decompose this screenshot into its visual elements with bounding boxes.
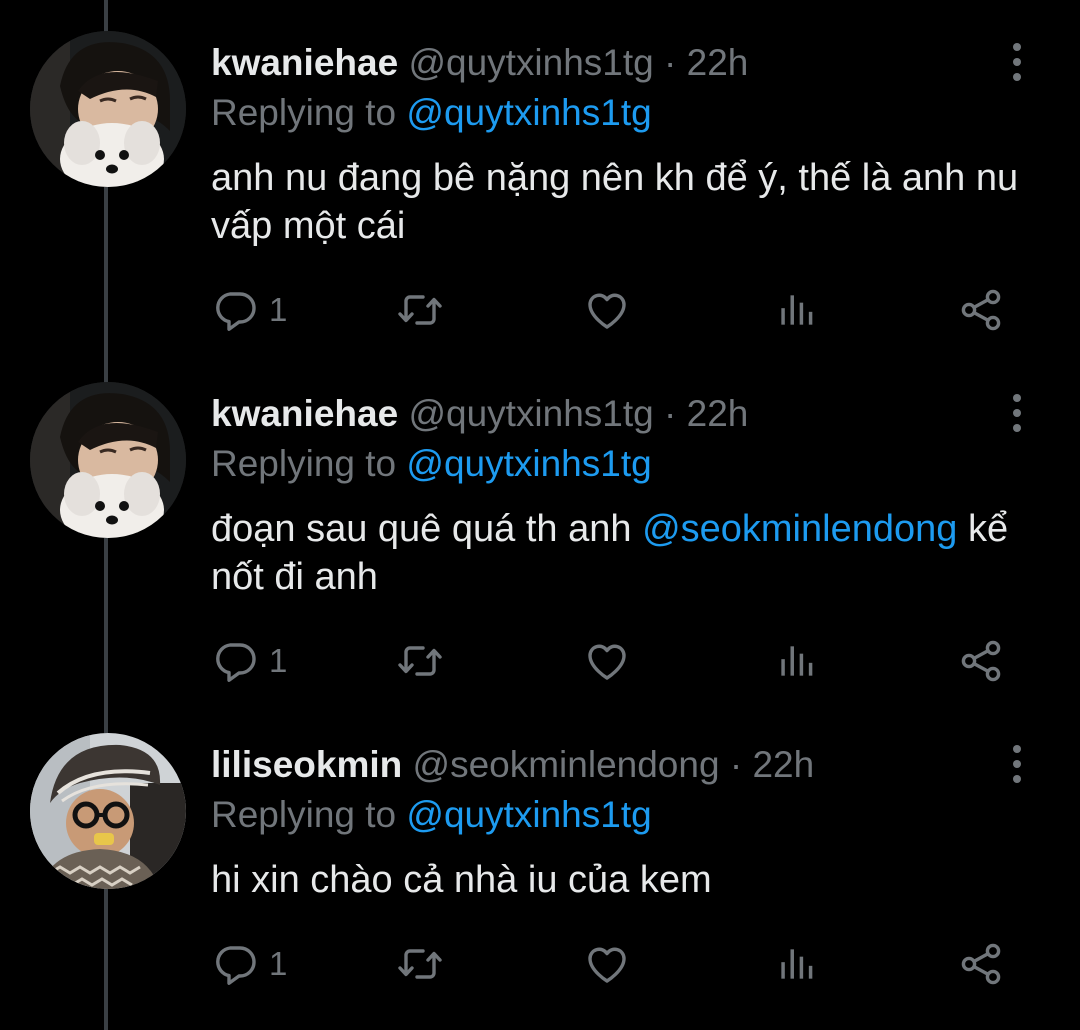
reply-button[interactable]: 1 bbox=[211, 285, 287, 335]
reply-button[interactable]: 1 bbox=[211, 636, 287, 686]
like-icon bbox=[583, 637, 631, 685]
tweet-actions: 1 bbox=[211, 636, 1031, 686]
like-button[interactable] bbox=[583, 285, 631, 335]
more-vertical-icon bbox=[1003, 40, 1031, 84]
display-name[interactable]: liliseokmin bbox=[211, 744, 402, 785]
avatar[interactable] bbox=[30, 733, 186, 889]
like-icon bbox=[583, 286, 631, 334]
retweet-button[interactable] bbox=[396, 636, 444, 686]
timestamp[interactable]: 22h bbox=[687, 42, 749, 83]
retweet-icon bbox=[396, 940, 444, 988]
share-icon bbox=[957, 637, 1005, 685]
reply-icon bbox=[211, 637, 259, 685]
share-icon bbox=[957, 286, 1005, 334]
retweet-icon bbox=[396, 286, 444, 334]
tweet[interactable]: kwaniehae @quytxinhs1tg · 22h Replying t… bbox=[0, 351, 1080, 701]
user-handle[interactable]: @quytxinhs1tg bbox=[408, 42, 653, 83]
views-button[interactable] bbox=[774, 636, 818, 686]
tweet[interactable]: liliseokmin @seokminlendong · 22h Replyi… bbox=[0, 702, 1080, 1030]
share-button[interactable] bbox=[957, 285, 1005, 335]
timestamp[interactable]: 22h bbox=[752, 744, 814, 785]
tweet[interactable]: kwaniehae @quytxinhs1tg · 22h Replying t… bbox=[0, 0, 1080, 350]
reply-count: 1 bbox=[269, 642, 288, 679]
tweet-text: đoạn sau quê quá th anh @seokminlendong … bbox=[211, 505, 1051, 601]
replying-to-label: Replying to bbox=[211, 794, 397, 835]
reply-count: 1 bbox=[269, 945, 288, 982]
replying-to: Replying to @quytxinhs1tg bbox=[211, 439, 652, 489]
more-options-button[interactable] bbox=[1003, 391, 1031, 435]
replying-to-label: Replying to bbox=[211, 443, 397, 484]
replying-to: Replying to @quytxinhs1tg bbox=[211, 88, 652, 138]
retweet-button[interactable] bbox=[396, 285, 444, 335]
tweet-actions: 1 bbox=[211, 939, 1031, 989]
tweet-text-part: đoạn sau quê quá th anh bbox=[211, 508, 632, 550]
share-icon bbox=[957, 940, 1005, 988]
mention-link[interactable]: @seokminlendong bbox=[642, 508, 957, 550]
replying-to-label: Replying to bbox=[211, 92, 397, 133]
avatar[interactable] bbox=[30, 31, 186, 187]
separator-dot: · bbox=[729, 744, 743, 785]
user-handle[interactable]: @seokminlendong bbox=[413, 744, 720, 785]
tweet-header: kwaniehae @quytxinhs1tg · 22h bbox=[211, 38, 748, 88]
avatar-person-with-glasses-and-bucket-hat-icon bbox=[30, 733, 186, 889]
share-button[interactable] bbox=[957, 939, 1005, 989]
display-name[interactable]: kwaniehae bbox=[211, 393, 398, 434]
views-icon bbox=[774, 639, 818, 683]
views-button[interactable] bbox=[774, 939, 818, 989]
views-icon bbox=[774, 288, 818, 332]
views-icon bbox=[774, 942, 818, 986]
tweet-text: hi xin chào cả nhà iu của kem bbox=[211, 859, 712, 901]
retweet-button[interactable] bbox=[396, 939, 444, 989]
more-options-button[interactable] bbox=[1003, 742, 1031, 786]
reply-icon bbox=[211, 286, 259, 334]
replying-to-handle[interactable]: @quytxinhs1tg bbox=[406, 443, 651, 484]
display-name[interactable]: kwaniehae bbox=[211, 42, 398, 83]
like-button[interactable] bbox=[583, 636, 631, 686]
timestamp[interactable]: 22h bbox=[687, 393, 749, 434]
avatar[interactable] bbox=[30, 382, 186, 538]
replying-to-handle[interactable]: @quytxinhs1tg bbox=[406, 794, 651, 835]
more-options-button[interactable] bbox=[1003, 40, 1031, 84]
reply-icon bbox=[211, 940, 259, 988]
tweet-actions: 1 bbox=[211, 285, 1031, 335]
tweet-header: liliseokmin @seokminlendong · 22h bbox=[211, 740, 814, 790]
like-button[interactable] bbox=[583, 939, 631, 989]
more-vertical-icon bbox=[1003, 742, 1031, 786]
replying-to: Replying to @quytxinhs1tg bbox=[211, 790, 652, 840]
retweet-icon bbox=[396, 637, 444, 685]
reply-count: 1 bbox=[269, 291, 288, 328]
views-button[interactable] bbox=[774, 285, 818, 335]
avatar-man-with-white-dog-icon bbox=[30, 382, 186, 538]
tweet-header: kwaniehae @quytxinhs1tg · 22h bbox=[211, 389, 748, 439]
avatar-man-with-white-dog-icon bbox=[30, 31, 186, 187]
separator-dot: · bbox=[664, 393, 677, 434]
more-vertical-icon bbox=[1003, 391, 1031, 435]
separator-dot: · bbox=[664, 42, 677, 83]
share-button[interactable] bbox=[957, 636, 1005, 686]
user-handle[interactable]: @quytxinhs1tg bbox=[408, 393, 653, 434]
like-icon bbox=[583, 940, 631, 988]
replying-to-handle[interactable]: @quytxinhs1tg bbox=[406, 92, 651, 133]
tweet-text: anh nu đang bê nặng nên kh để ý, thế là … bbox=[211, 157, 1019, 247]
reply-button[interactable]: 1 bbox=[211, 939, 287, 989]
